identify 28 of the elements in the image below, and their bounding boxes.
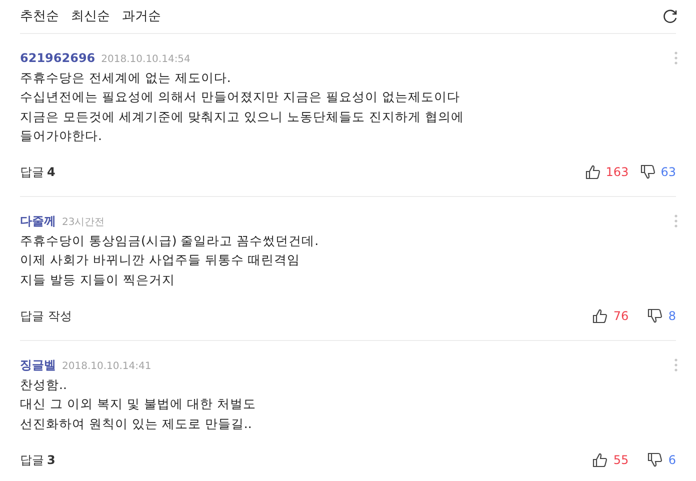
- author-name[interactable]: 징글벨: [20, 356, 56, 374]
- thumbs-up-icon[interactable]: [592, 452, 608, 468]
- reply-button[interactable]: 답글 3: [20, 450, 56, 469]
- refresh-icon[interactable]: [662, 8, 678, 24]
- comment-text: 주휴수당은 전세계에 없는 제도이다. 수십년전에는 필요성에 의해서 만들어졌지만 지금은 필요성이 없는제도이다 지금은 모든것에 세계기준에 맞춰지고 있으니 노동단체들도 진지하게 협의에 들어가야한다.: [20, 69, 465, 145]
- like-count: 163: [606, 164, 630, 182]
- comment-text: 주휴수당이 통상임금(시급) 줄일라고 꼼수썼던건데. 이제 사회가 바뀌니깐 사업주들 뒤통수 때린격임 지들 발등 지들이 찍은거지: [20, 232, 320, 289]
- dislike-count: 8: [668, 308, 676, 326]
- thumbs-down-icon[interactable]: [647, 308, 664, 324]
- thumbs-down-icon[interactable]: [640, 164, 656, 180]
- reply-button[interactable]: 답글 4: [20, 163, 56, 182]
- comment-time: 23시간전: [62, 216, 105, 230]
- sort-tab[interactable]: 과거순: [122, 6, 161, 26]
- comment-time: 2018.10.10.14:41: [62, 360, 152, 374]
- like-count: 55: [613, 452, 630, 469]
- thumbs-down-icon[interactable]: [647, 452, 664, 468]
- dislike-count: 63: [660, 164, 676, 182]
- sort-tab[interactable]: 최신순: [71, 6, 110, 26]
- like-count: 76: [613, 308, 630, 326]
- comment-text: 찬성함.. 대신 그 이외 복지 및 불법에 대한 처벌도 선진화하여 원칙이 있는 제도로 만들길..: [20, 376, 257, 433]
- comment-time: 2018.10.10.14:54: [101, 53, 190, 67]
- reply-button[interactable]: 답글 작성: [20, 307, 72, 326]
- thumbs-up-icon[interactable]: [592, 308, 608, 324]
- dislike-count: 6: [668, 452, 676, 469]
- thumbs-up-icon[interactable]: [584, 164, 601, 180]
- author-name[interactable]: 다줄께: [20, 212, 56, 230]
- sort-tab[interactable]: 추천순: [20, 6, 59, 26]
- author-name[interactable]: 621962696: [20, 49, 96, 67]
